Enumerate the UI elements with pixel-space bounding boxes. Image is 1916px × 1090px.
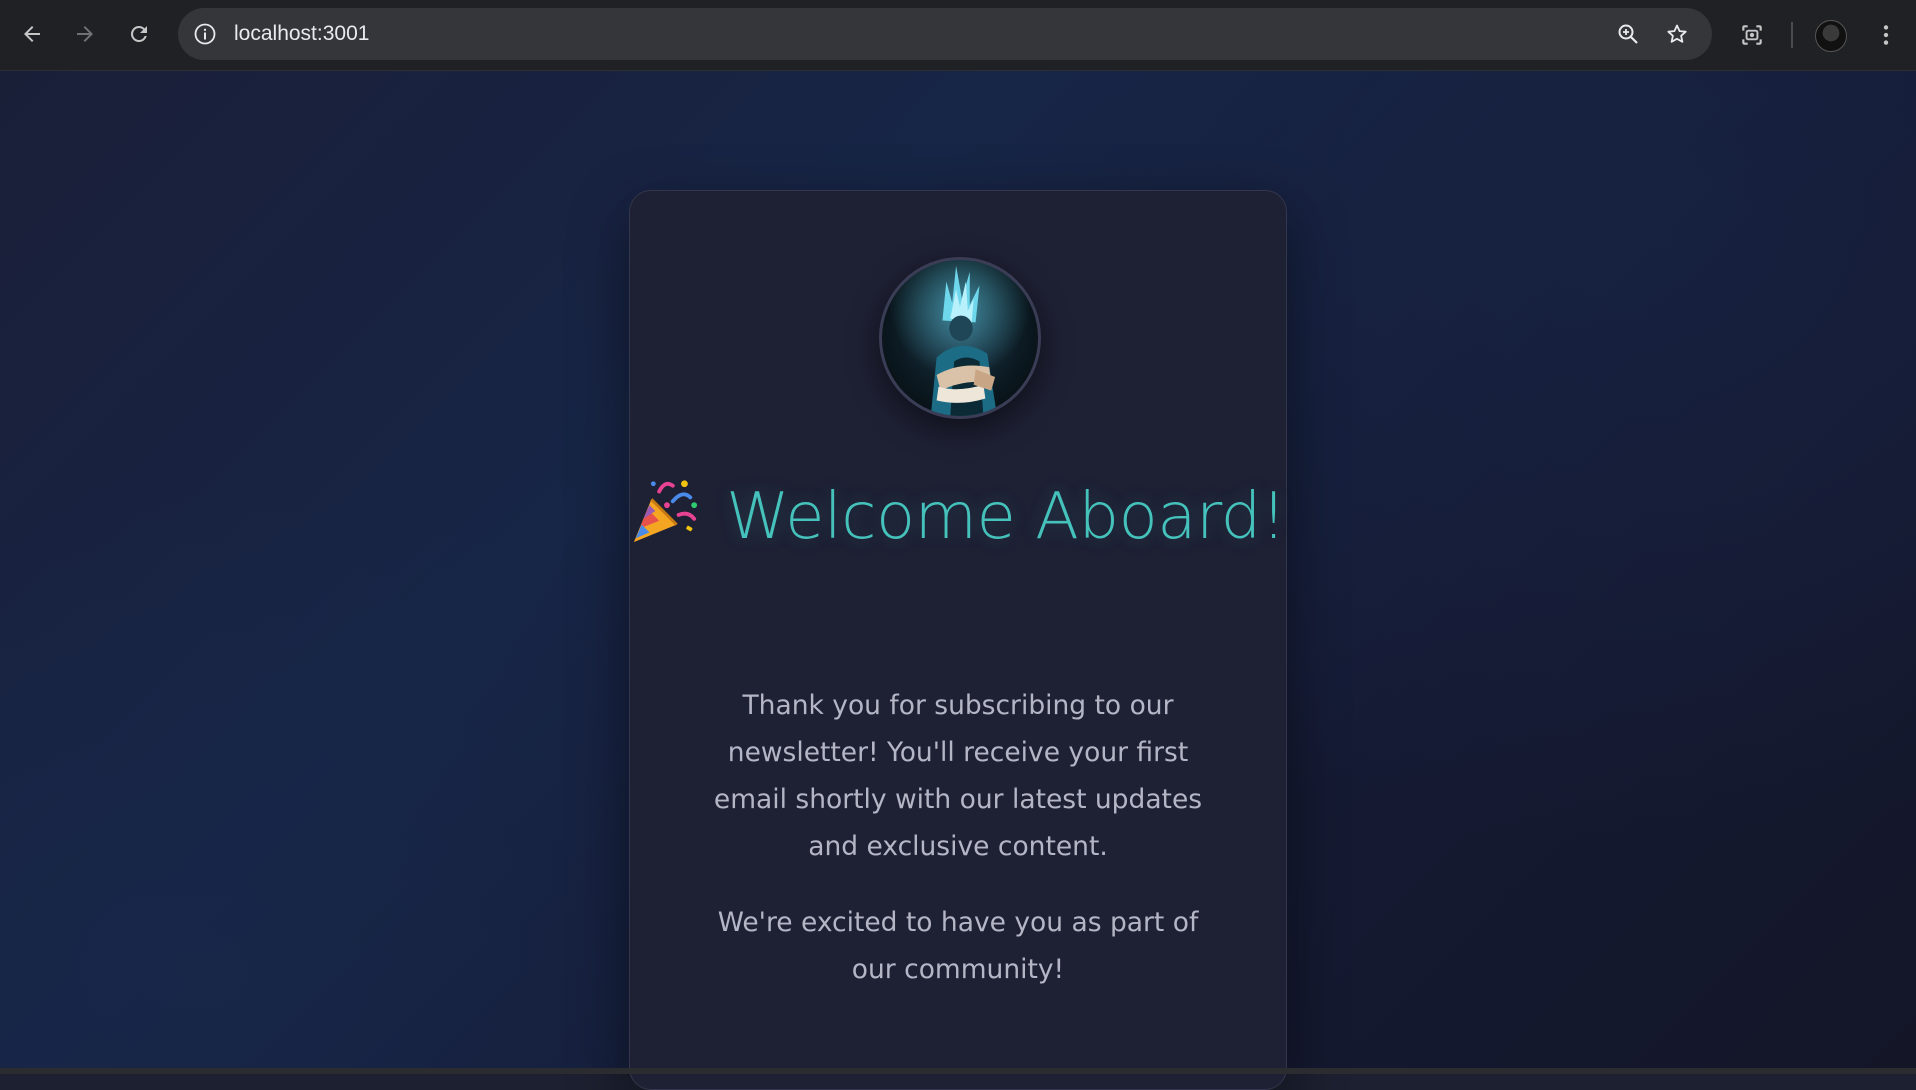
arrow-right-icon bbox=[77, 26, 93, 42]
window-bottom-edge bbox=[0, 1068, 1916, 1074]
info-icon bbox=[194, 23, 216, 45]
welcome-headline: Welcome Aboard! bbox=[630, 473, 1286, 562]
site-info-button[interactable] bbox=[192, 21, 218, 47]
forward-button[interactable] bbox=[64, 13, 106, 55]
browser-toolbar: localhost:3001 bbox=[0, 0, 1916, 71]
url-text[interactable]: localhost:3001 bbox=[234, 8, 369, 60]
bookmark-button[interactable] bbox=[1660, 17, 1694, 51]
profile-avatar[interactable] bbox=[1815, 20, 1847, 52]
screen-capture-icon bbox=[1742, 25, 1762, 45]
arrow-left-icon bbox=[24, 26, 40, 42]
kebab-menu-icon bbox=[1883, 25, 1889, 45]
address-bar[interactable]: localhost:3001 bbox=[178, 8, 1712, 60]
party-popper-icon bbox=[630, 476, 700, 546]
subscription-message: Thank you for subscribing to our newslet… bbox=[713, 690, 1203, 862]
page-viewport: Welcome Aboard! Thank you for subscribin… bbox=[0, 71, 1916, 1090]
toolbar-separator bbox=[1791, 22, 1793, 48]
star-icon bbox=[1667, 24, 1687, 43]
headline-text: Welcome Aboard! bbox=[726, 480, 1286, 554]
reload-icon bbox=[130, 25, 147, 42]
character-illustration-icon bbox=[882, 260, 1038, 416]
zoom-button[interactable] bbox=[1611, 17, 1645, 51]
community-message: We're excited to have you as part of our… bbox=[717, 907, 1199, 985]
back-button[interactable] bbox=[11, 13, 53, 55]
browser-menu-button[interactable] bbox=[1866, 15, 1906, 55]
reload-button[interactable] bbox=[118, 13, 160, 55]
welcome-card: Welcome Aboard! Thank you for subscribin… bbox=[629, 190, 1287, 1090]
zoom-in-icon bbox=[1618, 24, 1638, 44]
profile-avatar-image bbox=[879, 257, 1041, 419]
screenshot-button[interactable] bbox=[1732, 15, 1772, 55]
